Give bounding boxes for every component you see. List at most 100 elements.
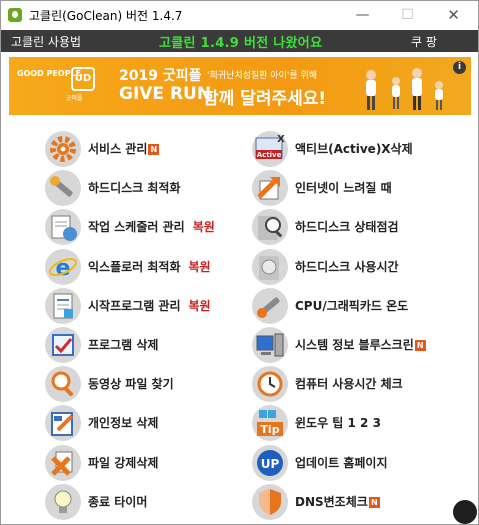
gear-icon — [45, 131, 81, 167]
tool-label[interactable]: 액티브(Active)X삭제 — [295, 140, 413, 157]
tool-label[interactable]: CPU/그래픽카드 온도 — [295, 297, 408, 314]
tool-label[interactable]: 개인정보 삭제 — [88, 414, 158, 431]
tool-label-text: 작업 스케줄러 관리 — [88, 220, 185, 235]
minimize-button[interactable]: — — [340, 1, 385, 30]
tool-label-text: 액티브(Active)X삭제 — [295, 142, 413, 156]
new-badge: N — [414, 340, 426, 351]
restore-link[interactable]: 복원 — [189, 260, 211, 274]
left-tool-item[interactable]: 개인정보 삭제 — [44, 404, 244, 442]
tool-label-text: 서비스 관리 — [88, 142, 148, 156]
ad-banner[interactable]: GOOD PEOPLE UD 굿피플 2019 굿피플 '희귀난치성질환 아이'… — [9, 57, 471, 115]
tool-label[interactable]: 하드디스크 상태점검 — [295, 218, 399, 235]
tool-label-text: 시작프로그램 관리 — [88, 298, 181, 313]
tool-label-text: 종료 타이머 — [88, 494, 148, 509]
tool-label[interactable]: 컴퓨터 사용시간 체크 — [295, 375, 403, 392]
svg-text:UP: UP — [261, 457, 280, 471]
right-tool-item[interactable]: 컴퓨터 사용시간 체크 — [251, 365, 451, 403]
right-tool-item[interactable]: CPU/그래픽카드 온도 — [251, 287, 451, 325]
left-tool-item[interactable]: 동영상 파일 찾기 — [44, 365, 244, 403]
tool-label-text: 인터넷이 느려질 때 — [295, 181, 392, 196]
computer-icon — [252, 327, 288, 363]
tool-label-text: 파일 강제삭제 — [88, 455, 159, 470]
right-tool-item[interactable]: 인터넷이 느려질 때 — [251, 169, 451, 207]
tool-label-text: 업데이트 홈페이지 — [295, 455, 388, 470]
tool-label[interactable]: 파일 강제삭제 — [88, 454, 158, 471]
tool-label[interactable]: 작업 스케줄러 관리 복원 — [88, 218, 215, 235]
update-icon: UP — [252, 444, 288, 481]
tool-label[interactable]: 인터넷이 느려질 때 — [295, 179, 392, 196]
ud-logo: UD — [71, 67, 95, 91]
tool-label[interactable]: DNS변조체크 N — [295, 493, 380, 510]
close-button[interactable]: ✕ — [431, 1, 476, 30]
tool-label-text: 컴퓨터 사용시간 체크 — [295, 377, 403, 392]
new-badge: N — [148, 144, 160, 155]
magnifier-icon — [45, 366, 81, 403]
delete-file-icon — [45, 444, 81, 481]
tool-label[interactable]: 업데이트 홈페이지 — [295, 454, 388, 471]
right-tool-item[interactable]: Tip 윈도우 팁 1 2 3 — [251, 404, 451, 442]
tool-label-text: 익스플로러 최적화 — [88, 259, 181, 274]
how-to-use-link[interactable]: 고클린 사용법 — [11, 33, 81, 50]
tool-label[interactable]: 하드디스크 사용시간 — [295, 258, 399, 275]
uninstall-icon — [45, 327, 81, 363]
tool-label-text: 하드디스크 상태점검 — [295, 220, 399, 235]
window-title: 고클린(GoClean) 버전 1.4.7 — [29, 9, 183, 23]
maximize-button[interactable]: ☐ — [385, 1, 430, 30]
shield-icon — [252, 483, 288, 520]
document-icon — [45, 287, 81, 324]
app-window: 고클린(GoClean) 버전 1.4.7 — ☐ ✕ 고클린 사용법 고클린 … — [0, 0, 479, 525]
privacy-icon — [45, 405, 81, 442]
tool-label[interactable]: 서비스 관리 N — [88, 140, 160, 157]
app-logo-icon — [8, 8, 22, 22]
tool-label[interactable]: 시작프로그램 관리 복원 — [88, 297, 211, 314]
tool-label-text: CPU/그래픽카드 온도 — [295, 298, 409, 313]
left-tool-item[interactable]: e 익스플로러 최적화 복원 — [44, 248, 244, 286]
right-tool-item[interactable]: Active X 액티브(Active)X삭제 — [251, 130, 451, 168]
right-tool-item[interactable]: DNS변조체크 N — [251, 483, 451, 521]
tool-label[interactable]: 윈도우 팁 1 2 3 — [295, 414, 381, 431]
tool-label[interactable]: 동영상 파일 찾기 — [88, 375, 174, 392]
tool-label[interactable]: 종료 타이머 — [88, 493, 147, 510]
right-tool-item[interactable]: 하드디스크 상태점검 — [251, 208, 451, 246]
left-tool-item[interactable]: 종료 타이머 — [44, 483, 244, 521]
banner-info-icon[interactable]: i — [453, 61, 466, 74]
svg-text:Active: Active — [257, 151, 282, 159]
banner-headline-en: GIVE RUN — [119, 84, 212, 104]
left-tool-item[interactable]: 서비스 관리 N — [44, 130, 244, 168]
disk-check-icon — [252, 209, 288, 246]
left-tool-item[interactable]: 하드디스크 최적화 — [44, 169, 244, 207]
tool-label-text: 시스템 정보 블루스크린 — [295, 338, 414, 352]
banner-year: 2019 굿피플 — [119, 68, 202, 84]
left-tool-item[interactable]: 프로그램 삭제 — [44, 326, 244, 364]
restore-link[interactable]: 복원 — [193, 220, 215, 234]
tool-label[interactable]: 하드디스크 최적화 — [88, 179, 181, 196]
left-tool-item[interactable]: 시작프로그램 관리 복원 — [44, 287, 244, 325]
tool-label-text: DNS변조체크 — [295, 494, 368, 509]
tools-icon — [252, 287, 288, 324]
runners-illustration — [366, 68, 443, 110]
everblue-watermark-icon — [453, 500, 477, 524]
tool-label[interactable]: 프로그램 삭제 — [88, 336, 158, 353]
disk-time-icon — [252, 248, 288, 285]
banner-subtitle: '희귀난치성질환 아이'를 위해 — [207, 71, 318, 81]
tool-label[interactable]: 시스템 정보 블루스크린 N — [295, 336, 426, 353]
new-version-link[interactable]: 고클린 1.4.9 버전 나왔어요 — [159, 32, 322, 51]
right-tool-item[interactable]: 시스템 정보 블루스크린 N — [251, 326, 451, 364]
ud-logo-caption: 굿피플 — [66, 95, 83, 102]
restore-link[interactable]: 복원 — [189, 299, 211, 313]
tool-label-text: 하드디스크 사용시간 — [295, 259, 399, 274]
right-tool-item[interactable]: UP 업데이트 홈페이지 — [251, 444, 451, 482]
tool-label-text: 하드디스크 최적화 — [88, 181, 181, 196]
right-tool-item[interactable]: 하드디스크 사용시간 — [251, 248, 451, 286]
menu-bar: 고클린 사용법 고클린 1.4.9 버전 나왔어요 쿠 팡 — [1, 30, 478, 52]
tool-label-text: 동영상 파일 찾기 — [88, 377, 174, 392]
tool-label-text: 윈도우 팁 1 2 3 — [295, 416, 381, 431]
wrench-icon — [45, 170, 81, 207]
coupang-link[interactable]: 쿠 팡 — [411, 33, 437, 50]
title-bar: 고클린(GoClean) 버전 1.4.7 — ☐ ✕ — [1, 1, 478, 30]
tool-label[interactable]: 익스플로러 최적화 복원 — [88, 258, 211, 275]
svg-text:Tip: Tip — [260, 423, 279, 436]
timer-bulb-icon — [45, 483, 81, 520]
left-tool-item[interactable]: 파일 강제삭제 — [44, 444, 244, 482]
left-tool-item[interactable]: 작업 스케줄러 관리 복원 — [44, 208, 244, 246]
